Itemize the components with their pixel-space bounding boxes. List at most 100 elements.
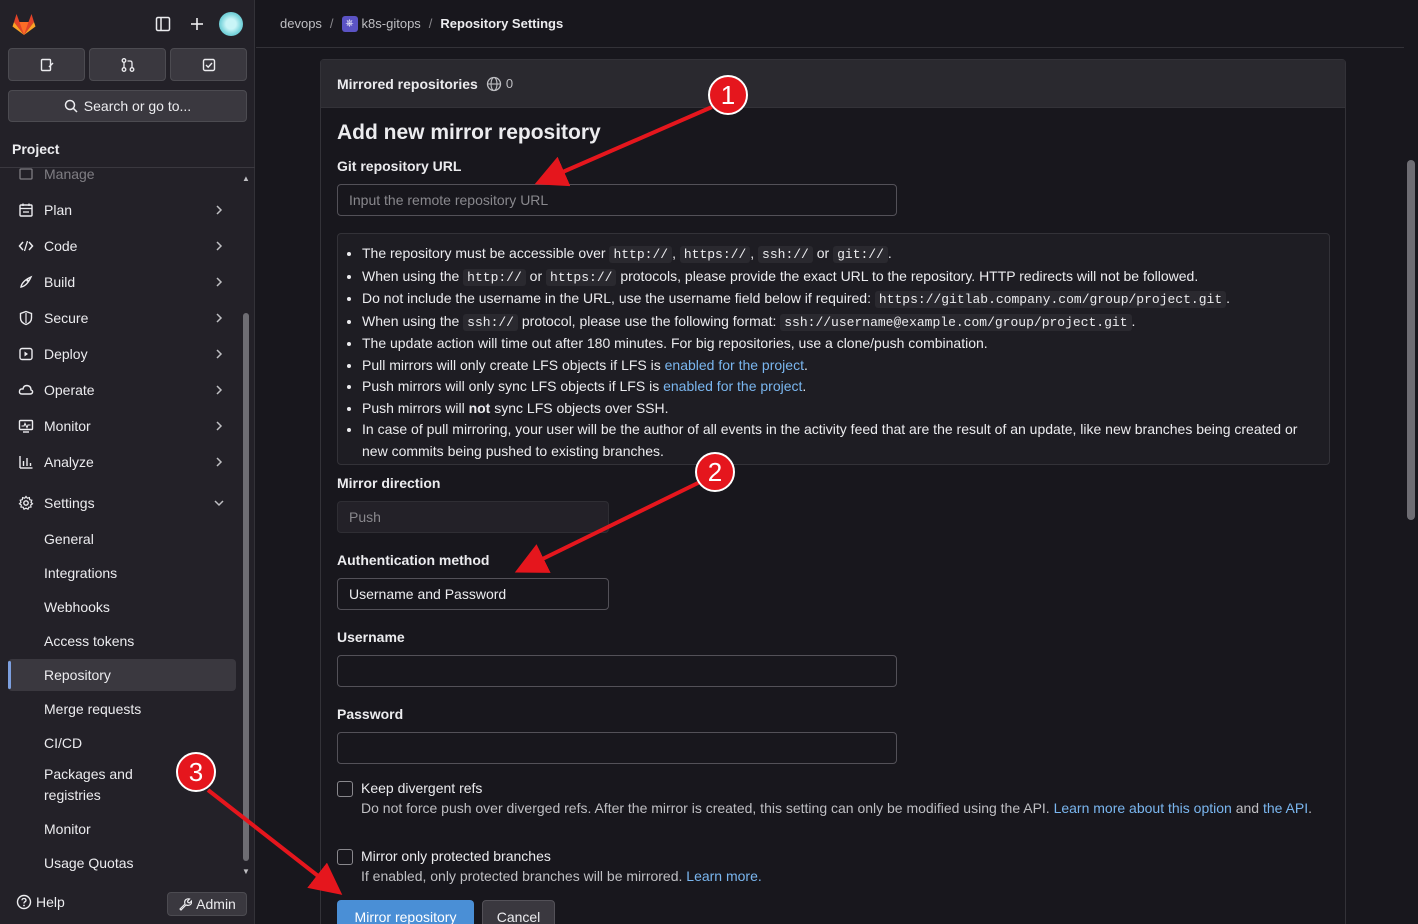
plan-icon [16, 200, 36, 220]
sidebar-item-operate[interactable]: Operate [8, 374, 236, 406]
sidebar-item-plan[interactable]: Plan [8, 194, 236, 226]
sidebar-item-analyze[interactable]: Analyze [8, 446, 236, 478]
keep-divergent-refs-label[interactable]: Keep divergent refs [361, 780, 482, 796]
info-item: Do not include the username in the URL, … [362, 288, 1309, 311]
sidebar-scrollbar-thumb[interactable] [243, 313, 249, 861]
chevron-right-icon [216, 277, 223, 287]
api-link[interactable]: the API [1263, 800, 1308, 816]
sidebar-toggle-icon[interactable] [151, 12, 175, 36]
sidebar-item-monitor-settings[interactable]: Monitor [8, 813, 236, 845]
mirror-repository-button[interactable]: Mirror repository [337, 900, 474, 924]
mirror-info-box: The repository must be accessible over h… [337, 233, 1330, 465]
monitor-icon [16, 416, 36, 436]
card-header-title: Mirrored repositories [337, 75, 478, 92]
cancel-button[interactable]: Cancel [482, 900, 555, 924]
mirror-count: 0 [486, 76, 513, 92]
breadcrumb-group[interactable]: devops [280, 16, 322, 31]
breadcrumb-project[interactable]: ⎈ k8s-gitops [341, 15, 421, 32]
scroll-up-arrow-icon[interactable]: ▲ [242, 175, 250, 183]
issues-button[interactable] [8, 48, 85, 81]
sidebar-item-packages-registries[interactable]: Packages and registries [8, 762, 186, 808]
sidebar-item-repository[interactable]: Repository [8, 659, 236, 691]
git-url-label: Git repository URL [337, 158, 462, 174]
sidebar-item-manage[interactable]: Manage [8, 168, 236, 190]
mirror-direction-select[interactable]: Push [337, 501, 609, 533]
page-scrollbar[interactable] [1404, 0, 1418, 924]
chevron-right-icon [216, 349, 223, 359]
main-content: Mirrored repositories 0 Add new mirror r… [256, 49, 1404, 924]
rocket-icon [16, 272, 36, 292]
chevron-right-icon [216, 457, 223, 467]
scroll-down-arrow-icon[interactable]: ▼ [242, 868, 250, 876]
sidebar-item-deploy[interactable]: Deploy [8, 338, 236, 370]
sidebar-item-usage-quotas[interactable]: Usage Quotas [8, 847, 236, 879]
annotation-badge-2: 2 [695, 452, 735, 492]
sidebar-item-code[interactable]: Code [8, 230, 236, 262]
sidebar-footer: Help Admin [0, 886, 255, 924]
sidebar-item-merge-requests[interactable]: Merge requests [8, 693, 236, 725]
user-avatar[interactable] [219, 12, 243, 36]
merge-requests-button[interactable] [89, 48, 166, 81]
password-label: Password [337, 706, 404, 722]
search-button[interactable]: Search or go to... [8, 90, 247, 122]
todo-check-icon [202, 58, 215, 71]
password-input[interactable] [337, 732, 897, 764]
page-title: Add new mirror repository [337, 121, 601, 144]
code-icon [16, 236, 36, 256]
username-input[interactable] [337, 655, 897, 687]
sidebar-item-secure[interactable]: Secure [8, 302, 236, 334]
gitlab-logo-icon[interactable] [10, 10, 38, 38]
info-item: Push mirrors will only sync LFS objects … [362, 376, 1309, 398]
sidebar-item-build[interactable]: Build [8, 266, 236, 298]
auth-method-select[interactable]: Username and Password [337, 578, 609, 610]
issues-icon [40, 58, 53, 71]
sidebar-item-monitor[interactable]: Monitor [8, 410, 236, 442]
learn-more-link[interactable]: Learn more. [686, 868, 761, 884]
sidebar: Search or go to... Project Manage Plan C… [0, 0, 255, 924]
protected-branches-checkbox[interactable] [337, 849, 353, 865]
info-item: When using the http:// or https:// proto… [362, 266, 1309, 289]
plus-icon[interactable] [185, 12, 209, 36]
chevron-right-icon [216, 421, 223, 431]
sidebar-item-general[interactable]: General [8, 523, 236, 555]
info-list: The repository must be accessible over h… [362, 243, 1309, 462]
sidebar-scrollbar[interactable]: ▲ ▼ [242, 175, 250, 876]
help-icon [16, 894, 32, 910]
wrench-icon [179, 898, 193, 911]
git-url-input[interactable]: Input the remote repository URL [337, 184, 897, 216]
info-item: The update action will time out after 18… [362, 333, 1309, 355]
info-item: Pull mirrors will only create LFS object… [362, 355, 1309, 377]
sidebar-top [0, 0, 255, 48]
shield-icon [16, 308, 36, 328]
breadcrumb-separator: / [428, 16, 433, 31]
gear-icon [16, 493, 36, 513]
help-button[interactable]: Help [16, 894, 65, 910]
globe-icon [486, 76, 501, 91]
lfs-pull-link[interactable]: enabled for the project [665, 357, 804, 373]
search-icon [64, 99, 78, 113]
info-item: The repository must be accessible over h… [362, 243, 1309, 266]
lfs-push-link[interactable]: enabled for the project [663, 378, 802, 394]
learn-more-option-link[interactable]: Learn more about this option [1054, 800, 1232, 816]
sidebar-item-integrations[interactable]: Integrations [8, 557, 236, 589]
card-header: Mirrored repositories 0 [321, 60, 1345, 108]
todos-button[interactable] [170, 48, 247, 81]
sidebar-item-webhooks[interactable]: Webhooks [8, 591, 236, 623]
breadcrumb-current[interactable]: Repository Settings [440, 16, 563, 31]
merge-request-icon [121, 57, 134, 72]
annotation-badge-3: 3 [176, 752, 216, 792]
sidebar-section-title: Project [12, 141, 60, 157]
protected-branches-label[interactable]: Mirror only protected branches [361, 848, 551, 864]
search-label: Search or go to... [83, 98, 192, 114]
chevron-right-icon [216, 385, 223, 395]
sidebar-item-settings[interactable]: Settings [8, 487, 236, 519]
admin-button[interactable]: Admin [167, 892, 247, 916]
keep-divergent-refs-help: Do not force push over diverged refs. Af… [361, 800, 1312, 816]
protected-branches-help: If enabled, only protected branches will… [361, 868, 762, 884]
sidebar-item-access-tokens[interactable]: Access tokens [8, 625, 236, 657]
info-item: When using the ssh:// protocol, please u… [362, 311, 1309, 334]
breadcrumb-separator: / [329, 16, 334, 31]
page-scrollbar-thumb[interactable] [1407, 160, 1415, 520]
sidebar-quick-actions [8, 48, 247, 81]
keep-divergent-refs-checkbox[interactable] [337, 781, 353, 797]
